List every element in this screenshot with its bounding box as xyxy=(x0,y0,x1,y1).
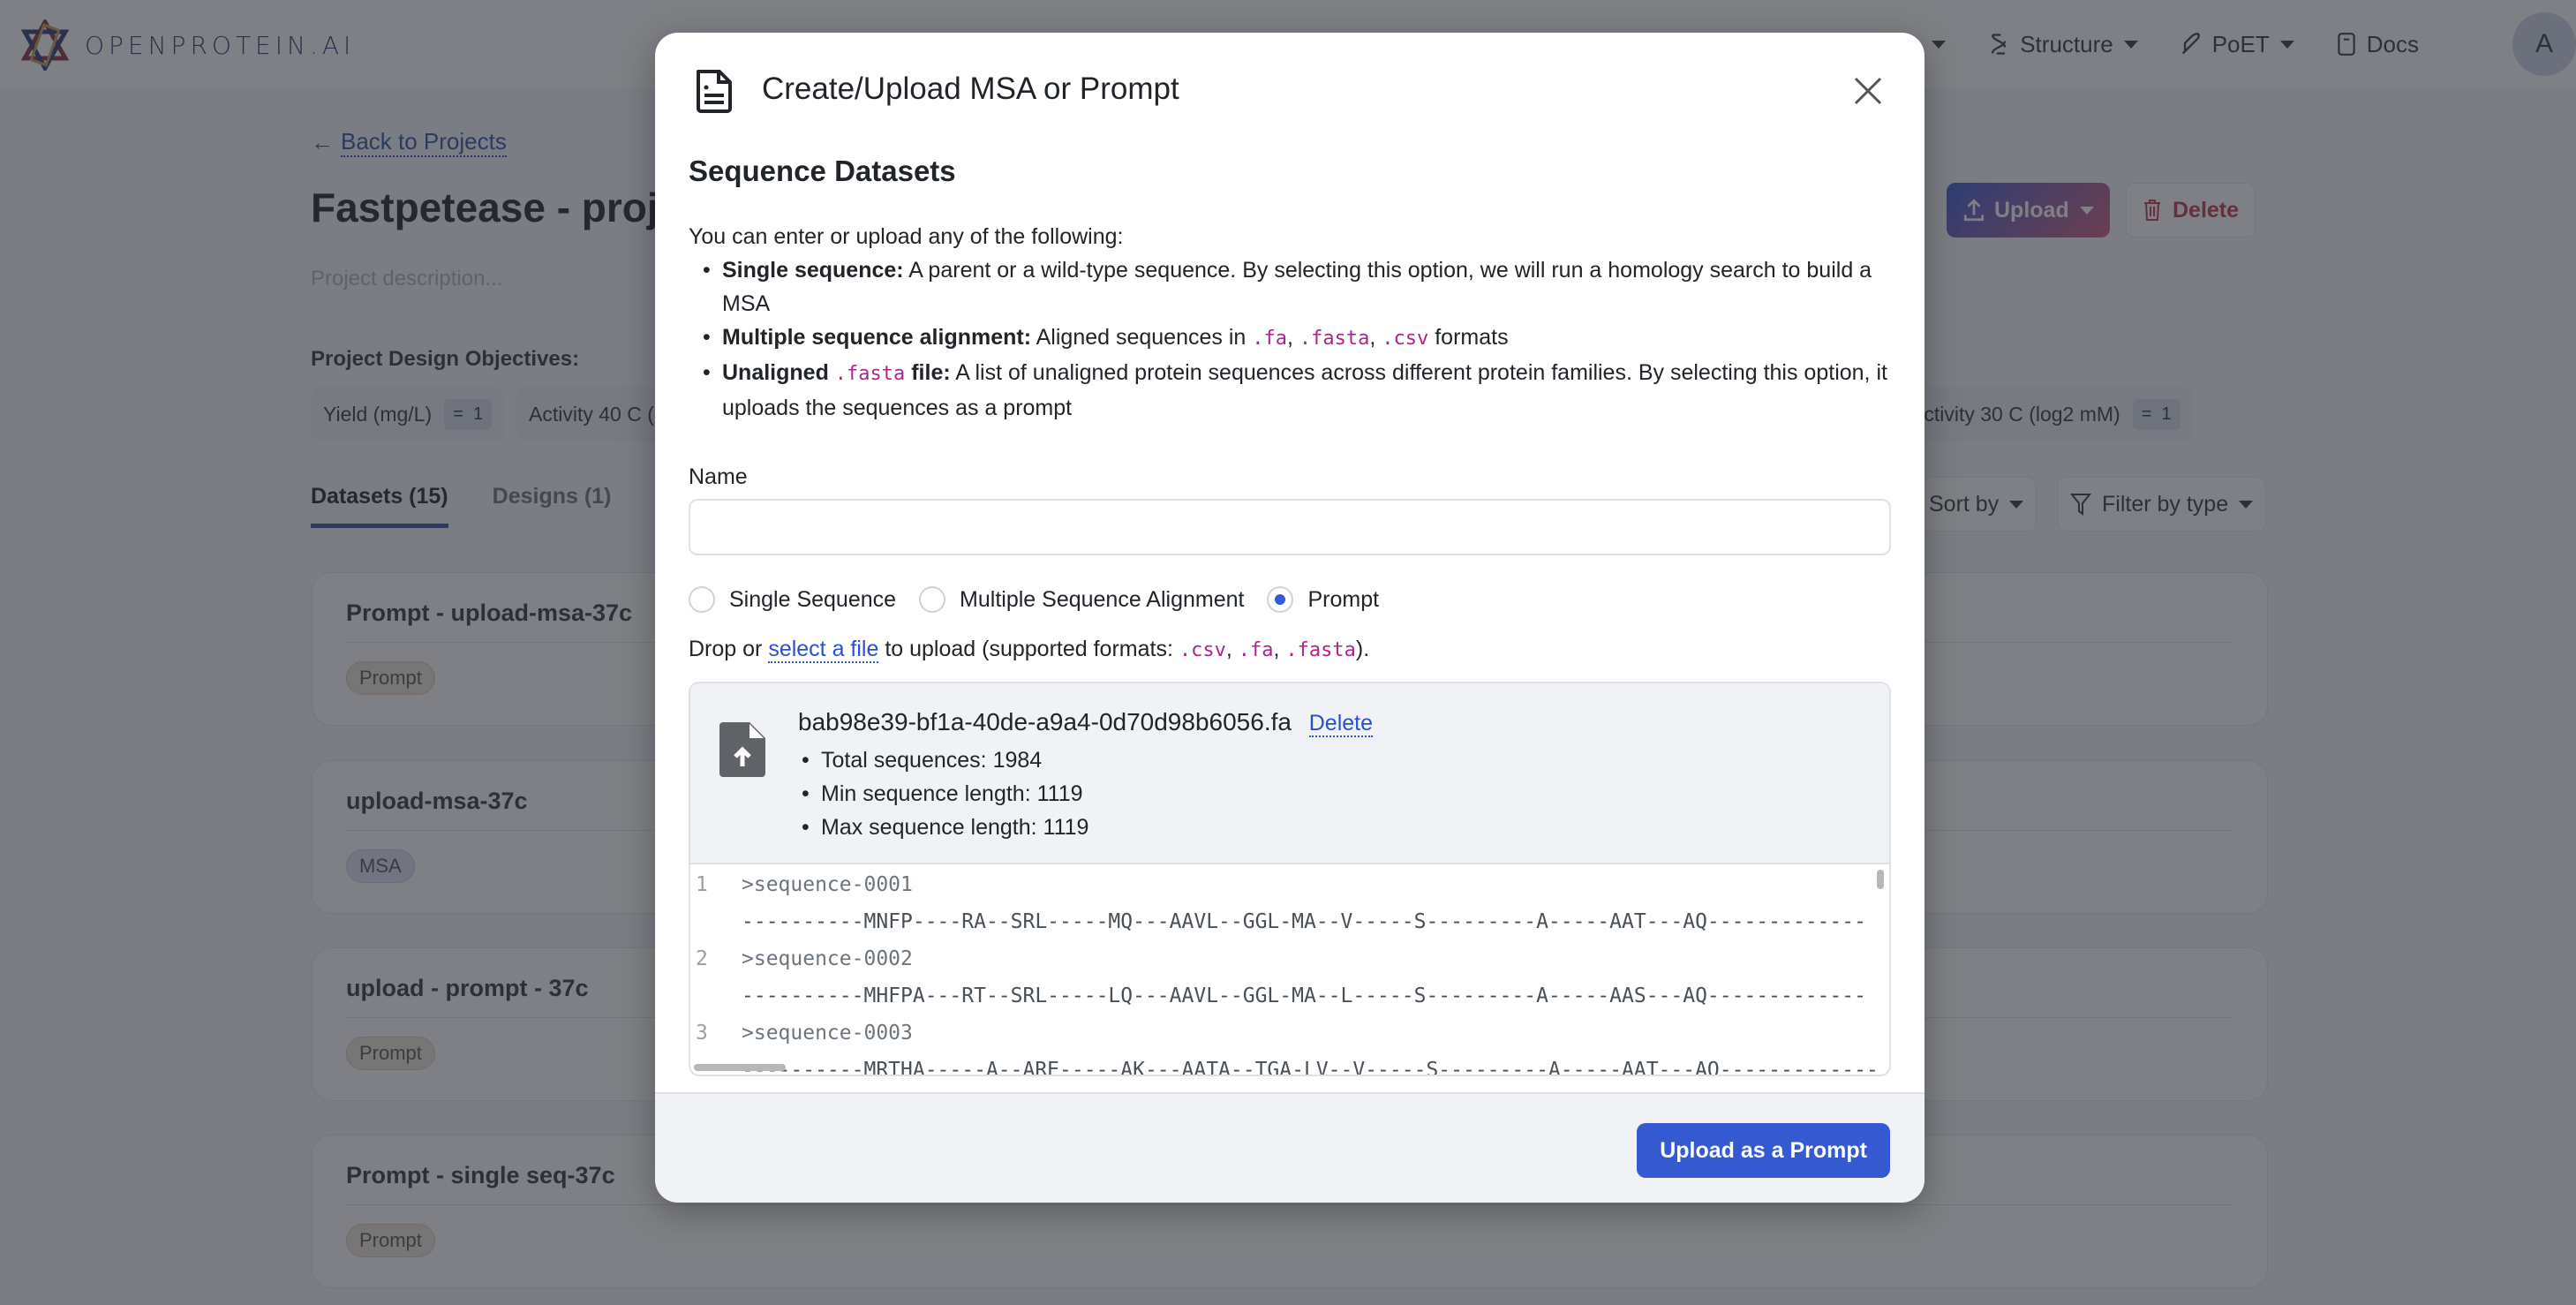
option-msa: Multiple sequence alignment: Aligned seq… xyxy=(703,321,1898,356)
sequence-line: ----------MHFPA---RT--SRL-----LQ---AAVL-… xyxy=(690,977,1866,1015)
option-unaligned: Unaligned .fasta file: A list of unalign… xyxy=(703,356,1898,425)
vertical-scrollbar[interactable] xyxy=(1877,870,1884,889)
dataset-type-radio-group: Single Sequence Multiple Sequence Alignm… xyxy=(689,586,1402,613)
max-sequence-length: Max sequence length: 1119 xyxy=(802,811,1089,844)
min-sequence-length: Min sequence length: 1119 xyxy=(802,777,1088,811)
radio-label: Single Sequence xyxy=(729,586,897,612)
uploaded-file-info: bab98e39-bf1a-40de-a9a4-0d70d98b6056.fa … xyxy=(690,683,1889,864)
radio-label: Prompt xyxy=(1307,586,1380,612)
sequence-header: >sequence-0003 xyxy=(742,1022,913,1045)
sequence-header: >sequence-0002 xyxy=(742,947,913,970)
sequence-text: ----------MNFP----RA--SRL-----MQ---AAVL-… xyxy=(742,910,1866,933)
sequence-header: >sequence-0001 xyxy=(742,873,913,896)
radio-label: Multiple Sequence Alignment xyxy=(960,586,1245,612)
option-descriptions: Single sequence: A parent or a wild-type… xyxy=(703,253,1898,425)
file-name: bab98e39-bf1a-40de-a9a4-0d70d98b6056.fa … xyxy=(798,708,1373,737)
sequence-line: ----------MRTHA-----A--ARE-----AK---AATA… xyxy=(690,1052,1879,1075)
sequence-line: ----------MNFP----RA--SRL-----MQ---AAVL-… xyxy=(690,903,1866,940)
radio-button[interactable] xyxy=(919,586,946,613)
total-sequences: Total sequences: 1984 xyxy=(802,743,1088,777)
sequence-line: 3 >sequence-0003 xyxy=(690,1015,913,1052)
create-upload-modal: Create/Upload MSA or Prompt Sequence Dat… xyxy=(655,33,1924,1203)
line-number: 3 xyxy=(696,1022,708,1045)
sequence-text: ----------MRTHA-----A--ARE-----AK---AATA… xyxy=(742,1059,1879,1075)
radio-single-sequence[interactable]: Single Sequence xyxy=(689,586,896,613)
name-input[interactable] xyxy=(689,499,1891,555)
radio-button-selected[interactable] xyxy=(1267,586,1294,613)
file-drop-instructions: Drop or select a file to upload (support… xyxy=(689,637,1370,663)
file-upload-icon xyxy=(719,722,765,777)
option-single-sequence: Single sequence: A parent or a wild-type… xyxy=(703,253,1898,321)
radio-prompt[interactable]: Prompt xyxy=(1267,586,1379,613)
instructions: You can enter or upload any of the follo… xyxy=(689,220,1898,425)
modal-title: Create/Upload MSA or Prompt xyxy=(762,72,1179,106)
modal-footer: Upload as a Prompt xyxy=(655,1092,1924,1203)
modal-header: Create/Upload MSA or Prompt xyxy=(655,33,1924,147)
instructions-intro: You can enter or upload any of the follo… xyxy=(689,224,1124,249)
close-icon[interactable] xyxy=(1852,75,1884,107)
select-file-link[interactable]: select a file xyxy=(768,637,879,663)
sequence-line: 2 >sequence-0002 xyxy=(690,940,913,977)
sequence-text: ----------MHFPA---RT--SRL-----LQ---AAVL-… xyxy=(742,984,1866,1007)
sequence-preview[interactable]: 1 >sequence-0001 ----------MNFP----RA--S… xyxy=(690,864,1889,1075)
file-stats: Total sequences: 1984 Min sequence lengt… xyxy=(802,743,1089,844)
line-number: 2 xyxy=(696,947,708,970)
sequence-line: 1 >sequence-0001 xyxy=(690,866,913,903)
radio-msa[interactable]: Multiple Sequence Alignment xyxy=(919,586,1244,613)
name-label: Name xyxy=(689,464,748,489)
horizontal-scrollbar[interactable] xyxy=(694,1064,786,1071)
file-dropzone[interactable]: bab98e39-bf1a-40de-a9a4-0d70d98b6056.fa … xyxy=(689,682,1891,1076)
upload-as-prompt-button[interactable]: Upload as a Prompt xyxy=(1637,1123,1890,1178)
document-icon xyxy=(697,70,732,113)
section-title: Sequence Datasets xyxy=(689,155,956,187)
line-number: 1 xyxy=(696,873,708,896)
radio-button[interactable] xyxy=(689,586,715,613)
delete-file-link[interactable]: Delete xyxy=(1308,711,1373,737)
